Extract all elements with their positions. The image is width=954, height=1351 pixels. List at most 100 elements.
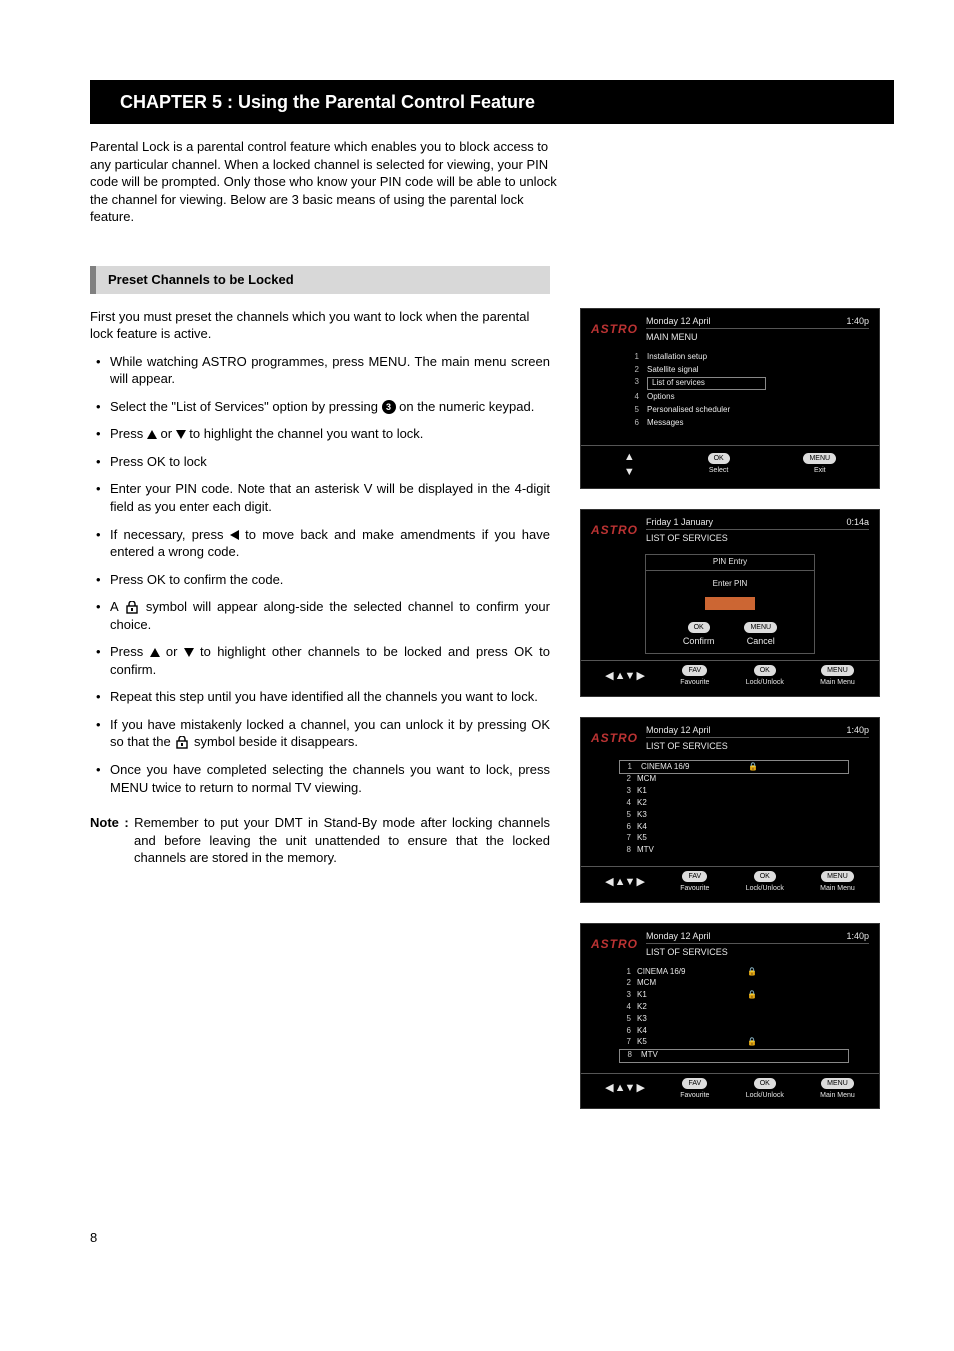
service-row: 8MTV [619, 1049, 849, 1063]
step-9-b: or [166, 644, 184, 659]
service-row: 7K5🔒 [619, 1037, 849, 1049]
screenshot-list-services-2: ASTRO Monday 12 April 1:40p LIST OF SERV… [580, 923, 880, 1109]
dpad-icon: ◀ ▲▼ ▶ [605, 1081, 644, 1096]
step-4: Press OK to lock [90, 453, 550, 471]
lead-paragraph: First you must preset the channels which… [90, 308, 550, 343]
tv2-title: LIST OF SERVICES [646, 530, 869, 544]
tv4-title: LIST OF SERVICES [646, 944, 869, 958]
service-row: 1CINEMA 16/9🔒 [619, 966, 849, 978]
note-label: Note : [90, 815, 129, 830]
tv3-title: LIST OF SERVICES [646, 738, 869, 752]
ok-pill: OK [754, 1078, 776, 1089]
step-3-a: Press [110, 426, 147, 441]
tv4-date: Monday 12 April [646, 930, 711, 942]
screenshot-list-services-1: ASTRO Monday 12 April 1:40p LIST OF SERV… [580, 717, 880, 903]
service-row: 5K3 [619, 809, 849, 821]
arrow-down-icon [184, 648, 194, 657]
step-12: Once you have completed selecting the ch… [90, 761, 550, 796]
step-8-b: symbol will appear along-side the select… [110, 599, 550, 632]
lockunlock-label: Lock/Unlock [746, 1091, 784, 1100]
service-row: 4K2 [619, 797, 849, 809]
service-row: 2MCM [619, 978, 849, 990]
menu-pill: MENU [821, 665, 854, 676]
astro-logo: ASTRO [591, 321, 638, 337]
intro-paragraph: Parental Lock is a parental control feat… [90, 138, 560, 226]
fav-pill: FAV [682, 1078, 707, 1089]
service-row: 3K1🔒 [619, 990, 849, 1002]
step-10: Repeat this step until you have identifi… [90, 688, 550, 706]
step-8-a: A [110, 599, 124, 614]
service-row: 6K4 [619, 1025, 849, 1037]
screenshot-main-menu: ASTRO Monday 12 April 1:40p MAIN MENU 1I… [580, 308, 880, 489]
instructions-column: First you must preset the channels which… [90, 308, 550, 877]
mainmenu-label: Main Menu [820, 1091, 855, 1100]
step-6-a: If necessary, press [110, 527, 230, 542]
note: Note : Remember to put your DMT in Stand… [90, 814, 550, 867]
menu-item: 5Personalised scheduler [629, 404, 861, 417]
menu-item: 3List of services [629, 376, 861, 391]
service-row: 4K2 [619, 1002, 849, 1014]
step-11: If you have mistakenly locked a channel,… [90, 716, 550, 751]
tv4-time: 1:40p [846, 930, 869, 942]
ok-pill: OK [754, 665, 776, 676]
tv1-time: 1:40p [846, 315, 869, 327]
step-11-b: symbol beside it disappears. [194, 734, 358, 749]
arrow-up-icon [147, 430, 157, 439]
menu-item: 2Satellite signal [629, 364, 861, 377]
ok-pill: OK [708, 453, 730, 464]
menu-pill: MENU [803, 453, 836, 464]
lockunlock-label: Lock/Unlock [746, 884, 784, 893]
service-row: 3K1 [619, 786, 849, 798]
pin-input: * * * * [705, 597, 755, 610]
keypad-3-icon: 3 [382, 400, 396, 414]
service-row: 7K5 [619, 833, 849, 845]
pin-panel: PIN Entry Enter PIN * * * * OKConfirm ME… [645, 554, 815, 655]
astro-logo: ASTRO [591, 936, 638, 952]
enter-pin-label: Enter PIN [646, 571, 814, 594]
step-3: Press or to highlight the channel you wa… [90, 425, 550, 443]
mainmenu-label: Main Menu [820, 678, 855, 687]
cancel-label: Cancel [747, 635, 775, 647]
menu-item: 1Installation setup [629, 351, 861, 364]
screenshot-pin-entry: ASTRO Friday 1 January 0:14a LIST OF SER… [580, 509, 880, 697]
step-8: A symbol will appear along-side the sele… [90, 598, 550, 633]
astro-logo: ASTRO [591, 522, 638, 538]
dpad-icon: ▲▼ [624, 450, 634, 480]
step-2-b: on the numeric keypad. [399, 399, 534, 414]
lock-icon [126, 601, 138, 614]
mainmenu-label: Main Menu [820, 884, 855, 893]
service-row: 8MTV [619, 845, 849, 857]
arrow-up-icon [150, 648, 160, 657]
page-number: 8 [90, 1229, 894, 1247]
tv2-time: 0:14a [846, 516, 869, 528]
ok-pill: OK [754, 871, 776, 882]
step-9-a: Press [110, 644, 150, 659]
service-row: 2MCM [619, 774, 849, 786]
tv3-date: Monday 12 April [646, 724, 711, 736]
exit-label: Exit [814, 466, 826, 475]
section-heading: Preset Channels to be Locked [90, 266, 550, 294]
step-9: Press or to highlight other channels to … [90, 643, 550, 678]
chapter-heading: CHAPTER 5 : Using the Parental Control F… [90, 80, 894, 124]
service-row: 1CINEMA 16/9🔒 [619, 760, 849, 774]
screenshots-column: ASTRO Monday 12 April 1:40p MAIN MENU 1I… [580, 308, 880, 1109]
dpad-icon: ◀ ▲▼ ▶ [605, 669, 644, 684]
arrow-left-icon [230, 530, 239, 540]
tv1-title: MAIN MENU [646, 329, 869, 343]
menu-item: 6Messages [629, 417, 861, 430]
favourite-label: Favourite [680, 884, 709, 893]
step-5: Enter your PIN code. Note that an asteri… [90, 480, 550, 515]
fav-pill: FAV [682, 665, 707, 676]
astro-logo: ASTRO [591, 730, 638, 746]
service-row: 5K3 [619, 1013, 849, 1025]
menu-pill: MENU [821, 1078, 854, 1089]
menu-item: 4Options [629, 391, 861, 404]
service-row: 6K4 [619, 821, 849, 833]
arrow-down-icon [176, 430, 186, 439]
step-3-c: to highlight the channel you want to loc… [189, 426, 423, 441]
tv1-date: Monday 12 April [646, 315, 711, 327]
step-2-a: Select the "List of Services" option by … [110, 399, 382, 414]
tv2-date: Friday 1 January [646, 516, 713, 528]
fav-pill: FAV [682, 871, 707, 882]
menu-pill: MENU [744, 622, 777, 633]
